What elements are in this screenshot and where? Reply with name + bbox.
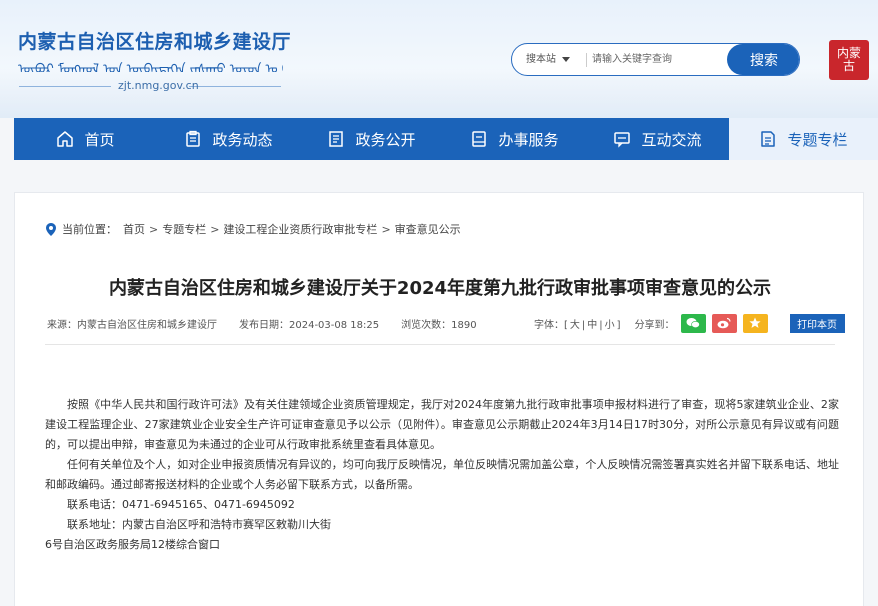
seal-text: 内蒙古	[836, 46, 861, 73]
breadcrumb: 当前位置： 首页 > 专题专栏 > 建设工程企业资质行政审批专栏 > 审查意见公…	[46, 221, 461, 237]
breadcrumb-home[interactable]: 首页	[123, 221, 145, 237]
form-icon	[470, 130, 488, 148]
paragraph: 按照《中华人民共和国行政许可法》及有关住建领域企业资质管理规定，我厅对2024年…	[45, 398, 839, 451]
article-body: 按照《中华人民共和国行政许可法》及有关住建领域企业资质管理规定，我厅对2024年…	[45, 395, 839, 555]
nav-item-label: 政务公开	[355, 130, 416, 149]
site-url: zjt.nmg.gov.cn	[118, 79, 199, 92]
clipboard-icon	[184, 130, 202, 148]
breadcrumb-separator: >	[381, 222, 391, 236]
article-card: 当前位置： 首页 > 专题专栏 > 建设工程企业资质行政审批专栏 > 审查意见公…	[14, 192, 864, 606]
chevron-down-icon	[562, 56, 570, 62]
breadcrumb-qualification[interactable]: 建设工程企业资质行政审批专栏	[223, 221, 377, 237]
search-box: 搜本站 搜索	[511, 43, 800, 76]
contact-address: 联系地址：内蒙古自治区呼和浩特市赛罕区敕勒川大街	[67, 518, 331, 531]
search-input[interactable]	[592, 44, 727, 75]
nav-item-home[interactable]: 首页	[14, 118, 157, 160]
weibo-icon	[717, 317, 731, 329]
font-size-end: ]	[616, 319, 621, 331]
nav-item-label: 专题专栏	[787, 130, 848, 149]
nav-item-label: 互动交流	[641, 130, 702, 149]
search-scope-label: 搜本站	[526, 54, 556, 65]
nav-item-disclosure[interactable]: 政务公开	[300, 118, 443, 160]
print-button[interactable]: 打印本页	[789, 313, 845, 333]
breadcrumb-prefix: 当前位置：	[62, 223, 117, 236]
font-small-link[interactable]: 小	[605, 320, 615, 331]
nav-item-special-column[interactable]: 专题专栏	[729, 118, 878, 160]
site-title-mongolian: ᠥᠪᠥᠷ ᠮᠣᠩᠭᠣᠯ ᠤᠨ ᠥᠪᠡᠷᠲᠡᠭᠡᠨ ᠵᠠᠰᠠᠬᠤ ᠣᠷᠤᠨ ᠤ ᠪ…	[18, 62, 283, 72]
share-weibo-button[interactable]	[711, 313, 737, 333]
font-large-link[interactable]: 大	[570, 320, 580, 331]
font-medium-link[interactable]: 中	[587, 320, 597, 331]
article-meta: 来源：内蒙古自治区住房和城乡建设厅 发布日期：2024-03-08 18:25 …	[47, 314, 499, 332]
main-nav: 首页 政务动态 政务公开 办事服务 互动交流 专题专栏	[14, 118, 878, 160]
article-date: 发布日期：2024-03-08 18:25	[239, 319, 380, 331]
wechat-icon	[686, 318, 700, 329]
share-qzone-button[interactable]	[742, 313, 768, 333]
font-size-controls: 字体：[大 | 中 | 小]	[534, 319, 621, 331]
nav-item-news[interactable]: 政务动态	[157, 118, 300, 160]
search-divider	[586, 53, 587, 67]
nav-item-label: 办事服务	[498, 130, 559, 149]
site-title[interactable]: 内蒙古自治区住房和城乡建设厅	[18, 27, 291, 54]
nav-item-label: 政务动态	[212, 130, 273, 149]
share-wechat-button[interactable]	[680, 313, 706, 333]
document-icon	[327, 130, 345, 148]
column-icon	[759, 130, 777, 148]
article-tools: 字体：[大 | 中 | 小] 分享到： 打印本页	[534, 312, 845, 334]
font-size-label: 字体：[	[534, 319, 568, 331]
search-scope-select[interactable]: 搜本站	[526, 44, 570, 75]
breadcrumb-special-column[interactable]: 专题专栏	[162, 221, 206, 237]
nav-item-services[interactable]: 办事服务	[443, 118, 586, 160]
location-pin-icon	[46, 222, 56, 236]
site-header: 内蒙古自治区住房和城乡建设厅 ᠥᠪᠥᠷ ᠮᠣᠩᠭᠣᠯ ᠤᠨ ᠥᠪᠡᠷᠲᠡᠭᠡᠨ …	[0, 0, 878, 118]
share-label: 分享到：	[634, 319, 675, 331]
nav-item-label: 首页	[84, 130, 115, 149]
star-icon	[749, 317, 761, 328]
article-views: 浏览次数：1890	[401, 319, 477, 331]
search-button[interactable]: 搜索	[727, 44, 799, 75]
seal-logo[interactable]: 内蒙古	[829, 40, 869, 80]
chat-icon	[613, 130, 631, 148]
breadcrumb-separator: >	[149, 222, 159, 236]
paragraph: 任何有关单位及个人，如对企业申报资质情况有异议的，均可向我厅反映情况，单位反映情…	[45, 458, 839, 491]
article-source: 来源：内蒙古自治区住房和城乡建设厅	[47, 319, 217, 331]
breadcrumb-separator: >	[210, 222, 220, 236]
contact-address-cont: 6号自治区政务服务局12楼综合窗口	[45, 538, 220, 551]
article-title: 内蒙古自治区住房和城乡建设厅关于2024年度第九批行政审批事项审查意见的公示	[108, 278, 772, 299]
meta-divider	[45, 344, 835, 345]
home-icon	[56, 130, 74, 148]
nav-item-interaction[interactable]: 互动交流	[586, 118, 729, 160]
contact-phone: 联系电话：0471-6945165、0471-6945092	[67, 498, 295, 511]
breadcrumb-current[interactable]: 审查意见公示	[395, 221, 461, 237]
